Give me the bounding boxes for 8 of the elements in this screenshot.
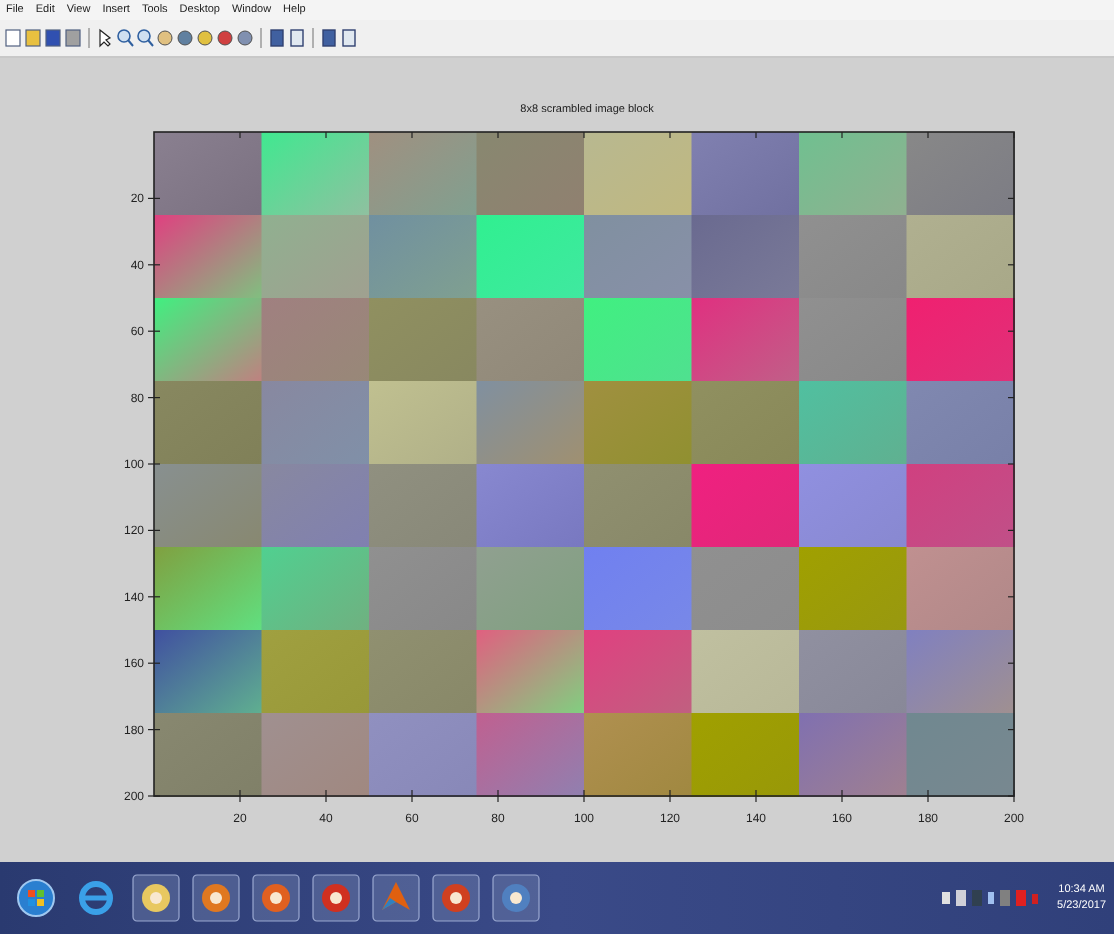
pointer-icon[interactable] — [96, 27, 114, 48]
zoom-out-icon[interactable] — [136, 27, 154, 48]
matlab-icon[interactable] — [372, 873, 420, 922]
start-orb-icon[interactable] — [12, 873, 60, 922]
save-icon[interactable] — [44, 27, 62, 48]
zoom-in-icon[interactable] — [116, 27, 134, 48]
tray-icons-drawing[interactable] — [941, 887, 1042, 908]
new-file-icon[interactable] — [4, 27, 22, 48]
